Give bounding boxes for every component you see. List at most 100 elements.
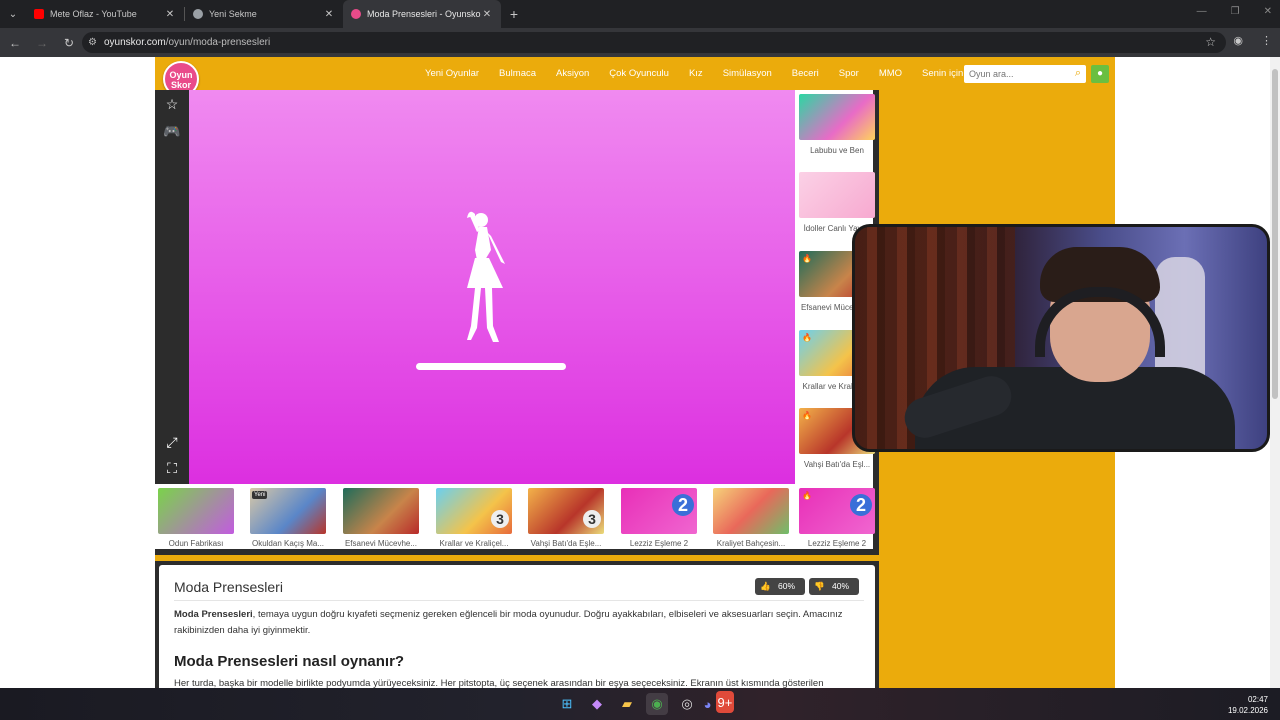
sequel-number-badge: 2 <box>850 494 872 516</box>
model-silhouette <box>467 211 505 342</box>
hot-fire-icon: 🔥 <box>802 491 812 500</box>
menu-item-spor[interactable]: Spor <box>839 68 859 79</box>
menu-item-kiz[interactable]: Kız <box>689 68 703 79</box>
related-game-card[interactable]: 3 Vahşi Batı'da Eşle... <box>528 488 604 548</box>
copilot-icon[interactable]: ◆ <box>586 693 608 715</box>
fullscreen-icon[interactable]: ⛶ <box>155 460 189 477</box>
bookmark-star-icon[interactable]: ☆ <box>1205 35 1216 49</box>
game-thumbnail <box>713 488 789 534</box>
discord-notification-badge: 9+ <box>715 691 735 713</box>
menu-item-cok-oyunculu[interactable]: Çok Oyunculu <box>609 68 669 79</box>
tab-search-icon[interactable]: ⌄ <box>0 0 26 28</box>
desc-bold: Moda Prensesleri <box>174 609 253 620</box>
search-icon[interactable]: ⌕ <box>1075 67 1081 80</box>
game-thumbnail <box>799 172 875 218</box>
os-taskbar: ⊞ ◆ ▰ ◉ ◎ ◕ 9+ 02:47 19.02.2026 <box>0 688 1280 720</box>
webcam-overlay <box>852 224 1270 452</box>
close-tab-icon[interactable]: ✕ <box>481 9 493 20</box>
related-game-card[interactable]: Kraliyet Bahçesin... <box>713 488 789 548</box>
related-game-card[interactable]: Odun Fabrikası <box>158 488 234 548</box>
menu-item-beceri[interactable]: Beceri <box>792 68 819 79</box>
new-badge: Yeni <box>252 491 268 499</box>
file-explorer-icon[interactable]: ▰ <box>616 693 638 715</box>
dislike-percent: 40% <box>826 578 854 594</box>
hot-fire-icon: 🔥 <box>802 411 812 420</box>
hot-fire-icon: 🔥 <box>802 254 812 263</box>
address-bar[interactable]: ⚙ oyunskor.com/oyun/moda-prensesleri ☆ <box>82 32 1226 53</box>
url-host: oyunskor.com <box>104 37 166 48</box>
sequel-number-badge: 3 <box>491 510 509 528</box>
search-input[interactable] <box>969 69 1069 79</box>
user-account-icon[interactable]: ● <box>1091 65 1109 83</box>
menu-item-aksiyon[interactable]: Aksiyon <box>556 68 589 79</box>
new-tab-button[interactable]: + <box>501 6 527 22</box>
game-title: Labubu ve Ben <box>810 146 864 155</box>
maximize-icon[interactable]: ❐ <box>1231 6 1240 17</box>
category-menu: Yeni Oyunlar Bulmaca Aksiyon Çok Oyuncul… <box>425 68 983 79</box>
system-clock[interactable]: 02:47 19.02.2026 <box>1228 694 1268 716</box>
game-title: Lezziz Eşleme 2 <box>629 539 689 548</box>
windows-start-icon[interactable]: ⊞ <box>556 693 578 715</box>
vote-buttons: 👍 60% 👎 40% <box>755 578 859 595</box>
menu-item-mmo[interactable]: MMO <box>879 68 902 79</box>
youtube-favicon-icon <box>34 9 44 19</box>
close-window-icon[interactable]: ✕ <box>1264 6 1272 17</box>
tab-title: Moda Prensesleri - Oyunskor.com <box>367 9 481 19</box>
discord-icon[interactable]: ◕ 9+ <box>704 691 735 715</box>
game-title: Kraliyet Bahçesin... <box>716 539 786 548</box>
site-header: Oyun Skor Yeni Oyunlar Bulmaca Aksiyon Ço… <box>155 57 1115 97</box>
menu-item-bulmaca[interactable]: Bulmaca <box>499 68 536 79</box>
related-game-card[interactable]: 2 Lezziz Eşleme 2 <box>621 488 697 548</box>
reload-icon[interactable]: ↻ <box>57 36 81 50</box>
game-thumbnail <box>158 488 234 534</box>
related-game-card[interactable]: 🔥 2 Lezziz Eşleme 2 <box>799 488 875 548</box>
tab-title: Mete Oflaz - YouTube <box>50 9 137 19</box>
logo-line2: Skor <box>170 80 191 90</box>
game-thumbnail <box>799 94 875 140</box>
game-description: Moda Prensesleri, temaya uygun doğru kıy… <box>174 607 860 639</box>
related-game-card[interactable]: 3 Krallar ve Kraliçel... <box>436 488 512 548</box>
game-title: Vahşi Batı'da Eşl... <box>803 460 871 469</box>
related-game-card[interactable]: Efsanevi Mücevhe... <box>343 488 419 548</box>
related-game-card[interactable]: Yeni Okuldan Kaçış Ma... <box>250 488 326 548</box>
dislike-button[interactable]: 👎 40% <box>809 578 859 595</box>
game-title: Odun Fabrikası <box>168 539 224 548</box>
like-percent: 60% <box>773 578 801 594</box>
close-tab-icon[interactable]: ✕ <box>323 9 335 20</box>
close-tab-icon[interactable]: ✕ <box>164 9 176 20</box>
game-title: Okuldan Kaçış Ma... <box>251 539 325 548</box>
scrollbar-thumb[interactable] <box>1272 69 1278 399</box>
tab-youtube[interactable]: Mete Oflaz - YouTube ✕ <box>26 0 184 28</box>
game-thumbnail: 3 <box>436 488 512 534</box>
game-canvas[interactable] <box>189 90 795 484</box>
menu-item-simulasyon[interactable]: Simülasyon <box>723 68 772 79</box>
expand-arrows-icon[interactable]: ⤢ <box>155 434 189 451</box>
minimize-icon[interactable]: — <box>1197 6 1207 17</box>
game-title: Lezziz Eşleme 2 <box>807 539 867 548</box>
desc-text: , temaya uygun doğru kıyafeti seçmeniz g… <box>174 609 843 636</box>
tab-moda-prensesleri[interactable]: Moda Prensesleri - Oyunskor.com ✕ <box>343 0 501 28</box>
favorite-star-icon[interactable]: ☆ <box>155 96 189 113</box>
back-arrow-icon[interactable]: ← <box>3 36 27 50</box>
url-text: oyunskor.com/oyun/moda-prensesleri <box>104 37 270 48</box>
tab-new-tab[interactable]: Yeni Sekme ✕ <box>185 0 343 28</box>
game-title: Vahşi Batı'da Eşle... <box>530 539 602 548</box>
game-thumbnail: Yeni <box>250 488 326 534</box>
taskbar-apps: ⊞ ◆ ▰ ◉ ◎ ◕ 9+ <box>556 691 735 715</box>
obs-icon[interactable]: ◎ <box>676 693 698 715</box>
chrome-icon[interactable]: ◉ <box>646 693 668 715</box>
page-scrollbar[interactable] <box>1270 57 1280 688</box>
like-button[interactable]: 👍 60% <box>755 578 806 595</box>
game-thumbnail: 2 <box>621 488 697 534</box>
forward-arrow-icon[interactable]: → <box>30 36 54 50</box>
menu-item-senin-icin[interactable]: Senin için <box>922 68 963 79</box>
tab-title: Yeni Sekme <box>209 9 257 19</box>
related-games-strip: Odun Fabrikası Yeni Okuldan Kaçış Ma... … <box>155 484 879 555</box>
profile-icon[interactable]: ◉ <box>1233 34 1243 47</box>
menu-kebab-icon[interactable]: ⋮ <box>1261 34 1272 47</box>
site-info-icon[interactable]: ⚙ <box>88 37 104 48</box>
menu-item-yeni-oyunlar[interactable]: Yeni Oyunlar <box>425 68 479 79</box>
side-game-card[interactable]: Labubu ve Ben <box>799 94 875 155</box>
gamepad-icon[interactable]: 🎮 <box>155 123 189 140</box>
game-thumbnail: 3 <box>528 488 604 534</box>
